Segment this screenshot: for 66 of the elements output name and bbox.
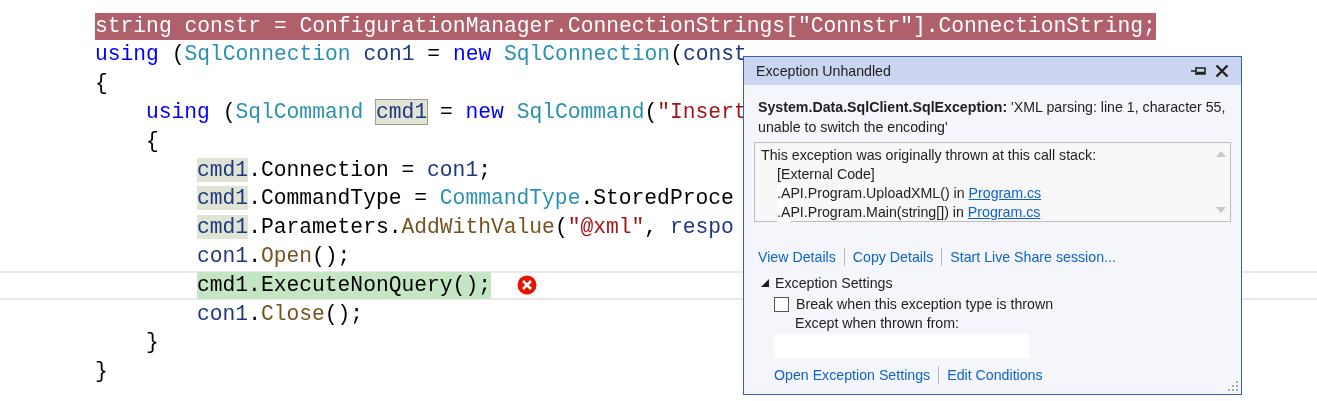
code-text: ( (221, 100, 236, 125)
code-text: "Insert (657, 100, 747, 125)
code-text: AddWithValue (401, 215, 555, 240)
code-text: (); (312, 244, 351, 269)
action-link[interactable]: Copy Details (852, 249, 934, 265)
code-text: SqlConnection (184, 42, 351, 67)
source-file-link[interactable]: Program.cs (968, 184, 1042, 203)
code-text: } (95, 359, 108, 384)
code-text: con1 (362, 42, 415, 67)
code-text: CommandType (439, 186, 581, 211)
except-label: Except when thrown from: (794, 315, 960, 331)
action-link[interactable]: Start Live Share session... (950, 249, 1116, 265)
code-text: ( (644, 100, 658, 125)
exception-message: System.Data.SqlClient.SqlException: 'XML parsing: line 1, character 55, unable to switch the encoding' (757, 98, 1227, 137)
code-text: .Connection = (248, 157, 416, 182)
code-text: new (452, 42, 492, 67)
code-text: . (248, 301, 261, 326)
call-stack-frame: [External Code] (777, 165, 875, 184)
code-text: con1 (427, 157, 479, 182)
code-text: = (438, 100, 454, 125)
code-text: , (644, 215, 659, 240)
code-text: using (95, 42, 159, 67)
pin-icon[interactable] (1191, 66, 1207, 76)
code-text: = (426, 42, 442, 67)
code-text: con1 (197, 244, 249, 269)
highlighted-symbol: cmd1 (376, 100, 428, 125)
checkbox[interactable] (774, 296, 789, 312)
code-text: respo (669, 215, 734, 240)
code-text: "@xml" (567, 215, 645, 240)
code-text: . (248, 244, 261, 269)
code-text: con1 (197, 301, 249, 326)
settings-link[interactable]: Edit Conditions (947, 367, 1043, 383)
code-text: SqlConnection (503, 42, 671, 67)
resize-grip-icon[interactable] (1228, 381, 1238, 391)
checkbox-label: Break when this exception type is thrown (796, 296, 1054, 312)
code-text: string constr = ConfigurationManager.ConnectionStrings["Connstr"].ConnectionString; (95, 13, 1156, 38)
code-text: ; (478, 157, 491, 182)
highlighted-symbol: cmd1 (197, 157, 249, 182)
code-text: ( (554, 215, 568, 240)
code-text: .Parameters. (248, 215, 402, 240)
settings-heading: Exception Settings (775, 275, 893, 291)
code-text: .CommandType = (248, 186, 429, 211)
code-text: SqlCommand (515, 100, 645, 125)
highlighted-symbol: cmd1 (197, 215, 249, 240)
code-text: const (682, 42, 747, 67)
code-text: new (465, 100, 504, 125)
close-icon[interactable] (1215, 64, 1229, 78)
code-text: ( (670, 42, 683, 67)
popup-title: Exception Unhandled (756, 63, 892, 79)
code-text: } (146, 330, 159, 355)
source-file-link[interactable]: Program.cs (967, 203, 1041, 222)
call-stack-header: This exception was originally thrown at this call stack: (761, 146, 1098, 165)
code-text: Close (260, 301, 325, 326)
code-text: SqlCommand (235, 100, 365, 125)
code-text: { (95, 71, 108, 96)
code-text: cmd1.ExecuteNonQuery(); (197, 272, 491, 297)
highlighted-symbol: cmd1 (197, 186, 249, 211)
code-text: { (146, 128, 159, 153)
code-text: ( (170, 42, 185, 67)
code-text: .StoredProce (580, 186, 734, 211)
action-link[interactable]: View Details (758, 249, 836, 265)
code-text: (); (324, 301, 364, 326)
code-text: using (146, 100, 210, 125)
code-text: Open (260, 244, 313, 269)
settings-link[interactable]: Open Exception Settings (774, 367, 931, 383)
expander-icon[interactable] (761, 279, 769, 287)
